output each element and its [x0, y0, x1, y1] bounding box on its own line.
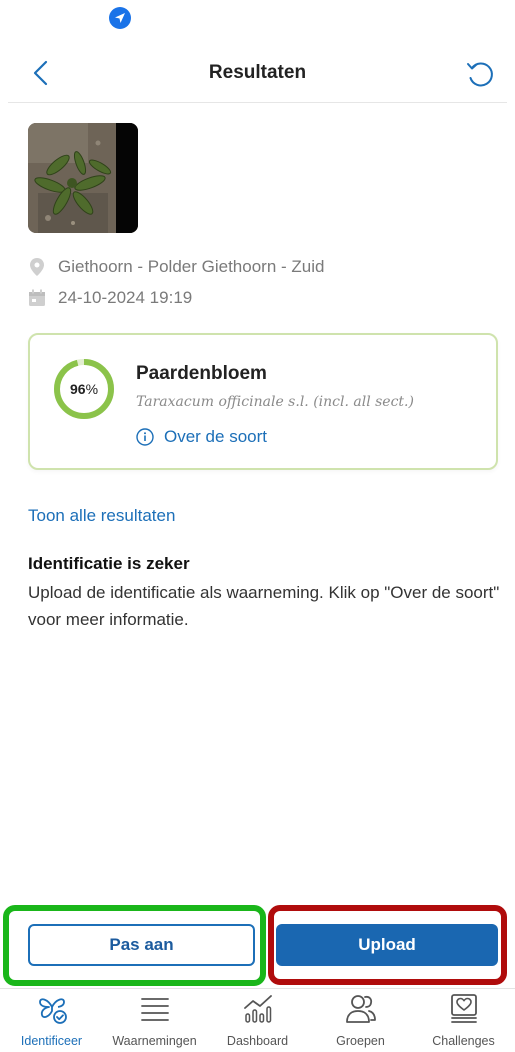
- nav-label-dashboard: Dashboard: [226, 1034, 289, 1048]
- date-row: 24-10-2024 19:19: [28, 286, 192, 310]
- certainty-text: Upload de identificatie als waarneming. …: [28, 583, 500, 629]
- refresh-icon: [467, 62, 493, 87]
- map-pin-icon: [28, 257, 46, 277]
- about-species-link[interactable]: Over de soort: [136, 425, 267, 449]
- calendar-icon: [28, 288, 46, 308]
- show-all-results-link[interactable]: Toon alle resultaten: [28, 506, 175, 526]
- header-divider: [8, 102, 507, 103]
- nav-label-groepen: Groepen: [336, 1034, 385, 1048]
- observation-photo[interactable]: [28, 123, 138, 233]
- nav-item-challenges[interactable]: Challenges: [412, 989, 515, 1052]
- status-bar: [0, 0, 515, 36]
- nav-item-dashboard[interactable]: Dashboard: [206, 989, 309, 1052]
- refresh-button[interactable]: [464, 58, 498, 92]
- nav-item-identificeer[interactable]: Identificeer: [0, 989, 103, 1052]
- nav-label-challenges: Challenges: [432, 1034, 495, 1048]
- edit-button[interactable]: Pas aan: [28, 924, 255, 966]
- date-text: 24-10-2024 19:19: [58, 288, 193, 307]
- page-title: Resultaten: [208, 62, 307, 83]
- nav-label-waarnemingen: Waarnemingen: [112, 1034, 197, 1048]
- result-card[interactable]: 96% Paardenbloem Taraxacum officinale s.…: [28, 333, 498, 470]
- confidence-value: 96: [69, 381, 86, 397]
- location-text: Giethoorn - Polder Giethoorn - Zuid: [58, 257, 325, 276]
- app-header: Resultaten: [0, 48, 515, 102]
- upload-button[interactable]: Upload: [276, 924, 498, 966]
- nav-item-groepen[interactable]: Groepen: [309, 989, 412, 1052]
- scientific-name: Taraxacum officinale s.l. (incl. all sec…: [136, 394, 414, 410]
- people-icon: [346, 995, 376, 1023]
- info-icon: [136, 428, 154, 446]
- location-row: Giethoorn - Polder Giethoorn - Zuid: [28, 255, 324, 279]
- certainty-title: Identificatie is zeker: [28, 554, 190, 573]
- photo-edge: [116, 123, 138, 233]
- species-name: Paardenbloem: [136, 363, 267, 384]
- bottom-nav: Identificeer Waarnemingen Dashboard Groe…: [0, 989, 515, 1052]
- confidence-unit: %: [85, 381, 99, 397]
- list-icon: [141, 998, 169, 1021]
- about-species-label: Over de soort: [164, 427, 267, 446]
- chart-icon: [244, 995, 272, 1023]
- nav-item-waarnemingen[interactable]: Waarnemingen: [103, 989, 206, 1052]
- confidence-label: 96%: [52, 357, 116, 421]
- butterfly-check-icon: [39, 998, 67, 1024]
- badge-heart-icon: [451, 994, 477, 1023]
- nav-label-identificeer: Identificeer: [20, 1034, 83, 1048]
- location-arrow-icon: [109, 7, 131, 29]
